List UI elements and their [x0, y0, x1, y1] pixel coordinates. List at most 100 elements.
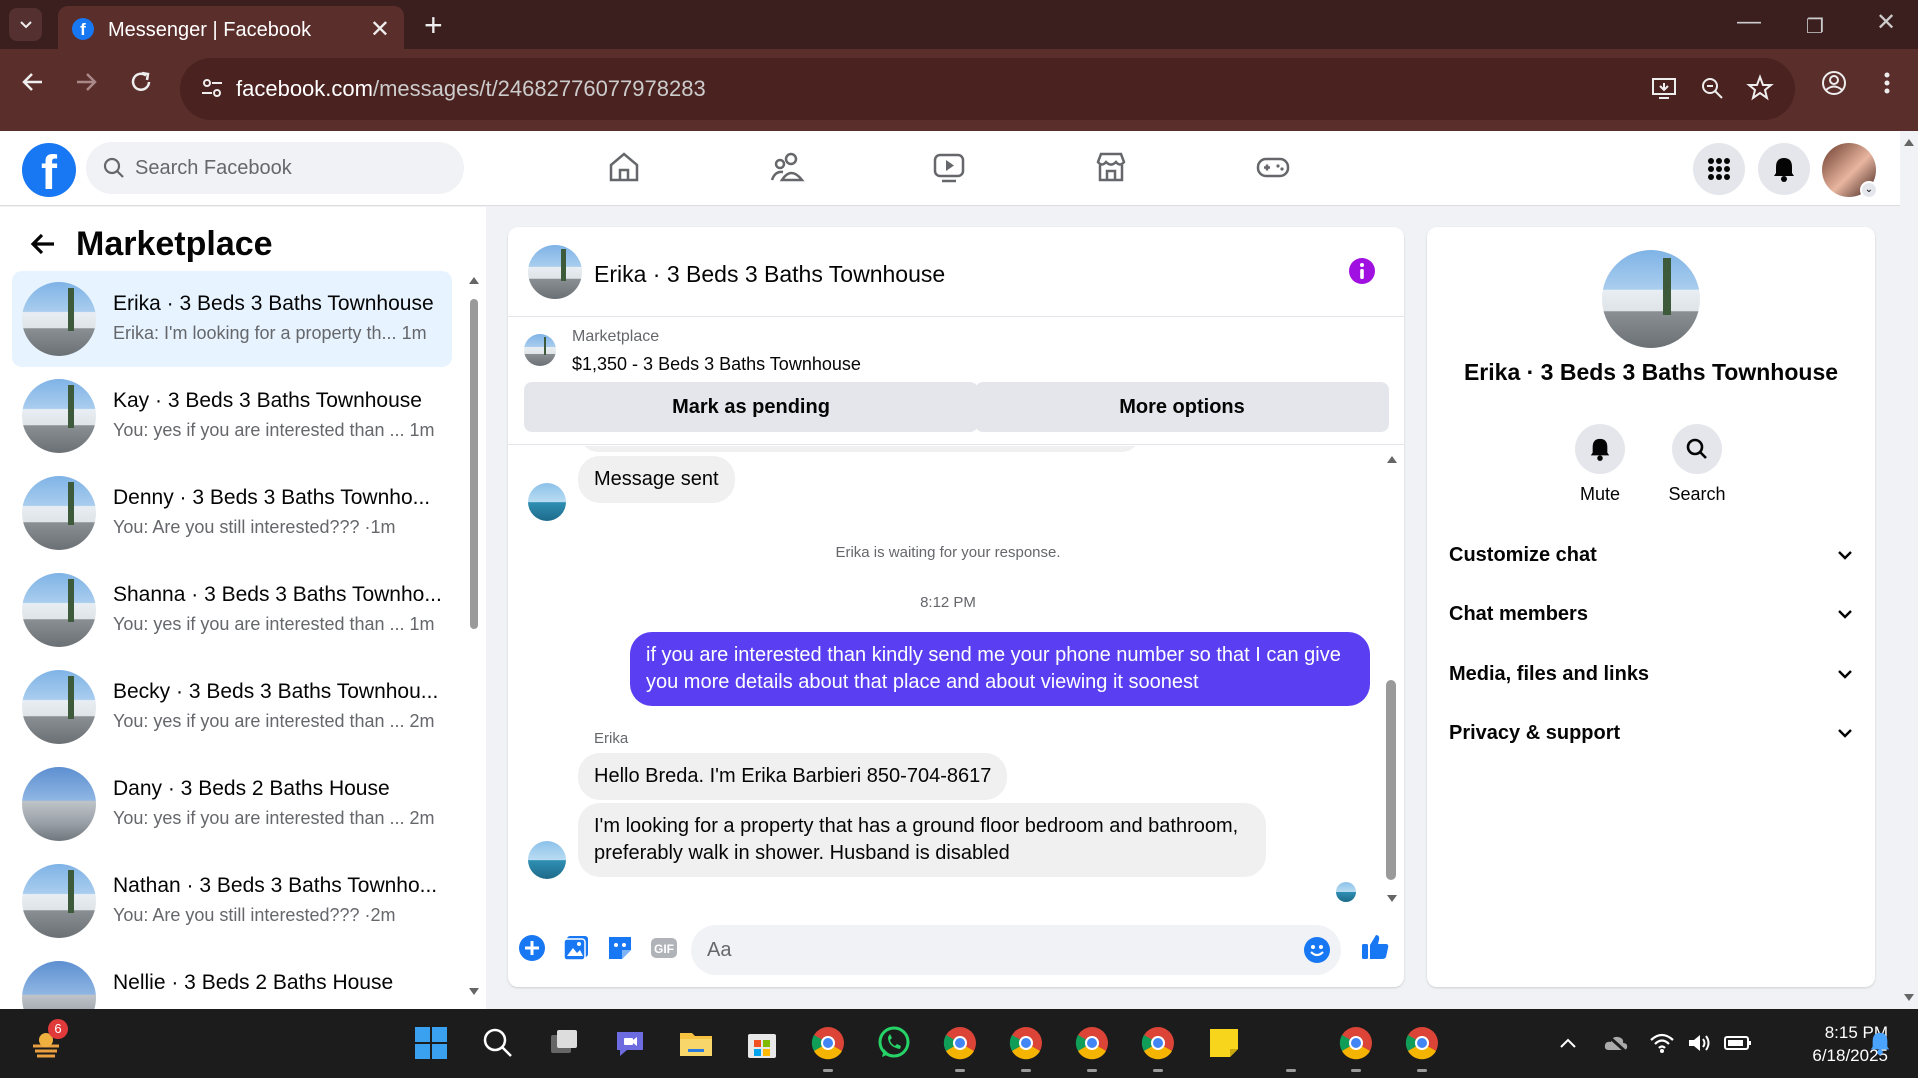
- customize-chat-section[interactable]: Customize chat: [1449, 535, 1853, 575]
- bookmark-star-icon[interactable]: [1746, 74, 1774, 102]
- notifications-button[interactable]: [1758, 143, 1810, 195]
- sticker-icon[interactable]: [606, 934, 634, 962]
- onedrive-button[interactable]: [1596, 1023, 1636, 1063]
- scroll-down-icon[interactable]: [468, 987, 480, 997]
- message-bubble-outgoing[interactable]: if you are interested than kindly send m…: [630, 632, 1370, 706]
- site-settings-icon[interactable]: [200, 75, 224, 101]
- battery-button[interactable]: [1718, 1023, 1758, 1063]
- notification-center-button[interactable]: [1860, 1023, 1900, 1063]
- facebook-header: f Search Facebook ⌄: [0, 131, 1900, 206]
- browser-toolbar: facebook.com/messages/t/2468277607797828…: [0, 49, 1918, 131]
- menu-button[interactable]: [1693, 143, 1745, 195]
- watch-icon[interactable]: [931, 149, 967, 185]
- volume-button[interactable]: [1680, 1023, 1720, 1063]
- listing-title[interactable]: $1,350 - 3 Beds 3 Baths Townhouse: [572, 354, 861, 375]
- tab-search-dropdown[interactable]: [9, 8, 42, 41]
- message-input[interactable]: Aa: [691, 925, 1341, 975]
- chrome-profile-button[interactable]: [1336, 1023, 1376, 1063]
- zoom-icon[interactable]: [1698, 74, 1726, 102]
- facebook-search-input[interactable]: Search Facebook: [86, 142, 464, 194]
- microsoft-store-button[interactable]: [742, 1023, 782, 1063]
- chrome-icon: [1009, 1027, 1042, 1060]
- install-app-icon[interactable]: [1650, 74, 1678, 102]
- chat-title[interactable]: Erika · 3 Beds 3 Baths Townhouse: [594, 261, 945, 288]
- chat-scroll-thumb[interactable]: [1386, 680, 1396, 880]
- search-button[interactable]: [478, 1023, 518, 1063]
- conversation-item[interactable]: Shanna · 3 Beds 3 Baths Townho... You: y…: [12, 562, 452, 658]
- arrow-left-icon[interactable]: [28, 229, 58, 259]
- profile-button[interactable]: [1820, 69, 1848, 97]
- scroll-up-icon[interactable]: [1903, 137, 1915, 147]
- chrome-profile-button[interactable]: [940, 1023, 980, 1063]
- photo-icon[interactable]: [562, 934, 590, 962]
- scroll-down-icon[interactable]: [1903, 993, 1915, 1003]
- conversation-item[interactable]: Nellie · 3 Beds 2 Baths House: [12, 950, 452, 1009]
- home-icon[interactable]: [606, 149, 642, 185]
- wifi-button[interactable]: [1642, 1023, 1682, 1063]
- account-chevron-icon[interactable]: ⌄: [1860, 181, 1878, 199]
- conversation-item[interactable]: Erika · 3 Beds 3 Baths Townhouse Erika: …: [12, 271, 452, 367]
- message-bubble-incoming[interactable]: I'm looking for a property that has a gr…: [578, 803, 1266, 877]
- mute-button[interactable]: Mute: [1560, 424, 1640, 505]
- search-icon: [483, 1028, 512, 1057]
- window-close-button[interactable]: ✕: [1876, 8, 1896, 37]
- friends-icon[interactable]: [769, 149, 805, 185]
- message-bubble-incoming[interactable]: Message sent: [578, 456, 735, 503]
- facebook-logo[interactable]: f: [22, 143, 76, 197]
- conversation-name: Nathan · 3 Beds 3 Baths Townho...: [113, 874, 438, 897]
- task-view-button[interactable]: [544, 1023, 584, 1063]
- info-icon[interactable]: [1348, 257, 1376, 285]
- conversation-item[interactable]: Becky · 3 Beds 3 Baths Townhou... You: y…: [12, 659, 452, 755]
- minimize-button[interactable]: —: [1737, 8, 1761, 36]
- search-icon: [103, 157, 124, 178]
- address-bar[interactable]: facebook.com/messages/t/2468277607797828…: [180, 58, 1795, 120]
- back-button[interactable]: [20, 69, 46, 95]
- search-in-conversation-button[interactable]: Search: [1657, 424, 1737, 505]
- conversation-item[interactable]: Denny · 3 Beds 3 Baths Townho... You: Ar…: [12, 465, 452, 561]
- arrow-right-icon: [77, 73, 97, 91]
- listing-thumbnail[interactable]: [524, 334, 556, 366]
- teams-chat-button[interactable]: [610, 1023, 650, 1063]
- scroll-down-icon[interactable]: [1386, 894, 1398, 904]
- running-indicator: [955, 1069, 965, 1072]
- privacy-support-section[interactable]: Privacy & support: [1449, 713, 1853, 753]
- plus-circle-icon[interactable]: [518, 934, 546, 962]
- forward-button[interactable]: [73, 69, 99, 95]
- mark-as-pending-button[interactable]: Mark as pending: [524, 382, 978, 432]
- whatsapp-button[interactable]: [874, 1023, 914, 1063]
- sidebar-scroll-thumb[interactable]: [470, 299, 478, 629]
- sticky-notes-button[interactable]: [1204, 1023, 1244, 1063]
- start-button[interactable]: [411, 1023, 451, 1063]
- page-scrollbar[interactable]: [1900, 131, 1918, 1009]
- media-files-links-section[interactable]: Media, files and links: [1449, 654, 1853, 694]
- emoji-icon[interactable]: [1303, 936, 1331, 964]
- message-bubble-incoming[interactable]: Hello Breda. I'm Erika Barbieri 850-704-…: [578, 753, 1008, 800]
- close-tab-icon[interactable]: ✕: [370, 15, 390, 44]
- chrome-app-button[interactable]: [808, 1023, 848, 1063]
- gaming-icon[interactable]: [1255, 149, 1291, 185]
- show-hidden-icons-button[interactable]: [1548, 1023, 1588, 1063]
- gif-icon[interactable]: GIF: [650, 934, 678, 962]
- more-options-button[interactable]: More options: [975, 382, 1389, 432]
- running-indicator: [823, 1069, 833, 1072]
- chrome-profile-button[interactable]: [1072, 1023, 1112, 1063]
- conversation-item[interactable]: Dany · 3 Beds 2 Baths House You: yes if …: [12, 756, 452, 852]
- new-tab-button[interactable]: +: [424, 7, 443, 44]
- conversation-item[interactable]: Kay · 3 Beds 3 Baths Townhouse You: yes …: [12, 368, 452, 464]
- chat-avatar[interactable]: [528, 245, 582, 299]
- restore-button[interactable]: ❐: [1806, 14, 1824, 39]
- conversation-item[interactable]: Nathan · 3 Beds 3 Baths Townho... You: A…: [12, 853, 452, 949]
- scroll-up-icon[interactable]: [1386, 454, 1398, 464]
- file-explorer-button[interactable]: [676, 1023, 716, 1063]
- chrome-profile-button[interactable]: [1006, 1023, 1046, 1063]
- chat-members-section[interactable]: Chat members: [1449, 594, 1853, 634]
- reload-button[interactable]: [128, 69, 154, 95]
- browser-menu-button[interactable]: [1880, 69, 1894, 97]
- marketplace-icon[interactable]: [1093, 149, 1129, 185]
- chrome-profile-button[interactable]: [1402, 1023, 1442, 1063]
- scroll-up-icon[interactable]: [468, 275, 480, 285]
- listing-avatar[interactable]: [1602, 250, 1700, 348]
- thumbs-up-icon[interactable]: [1360, 932, 1390, 962]
- chrome-profile-button[interactable]: [1138, 1023, 1178, 1063]
- browser-tab[interactable]: f Messenger | Facebook ✕: [58, 6, 404, 49]
